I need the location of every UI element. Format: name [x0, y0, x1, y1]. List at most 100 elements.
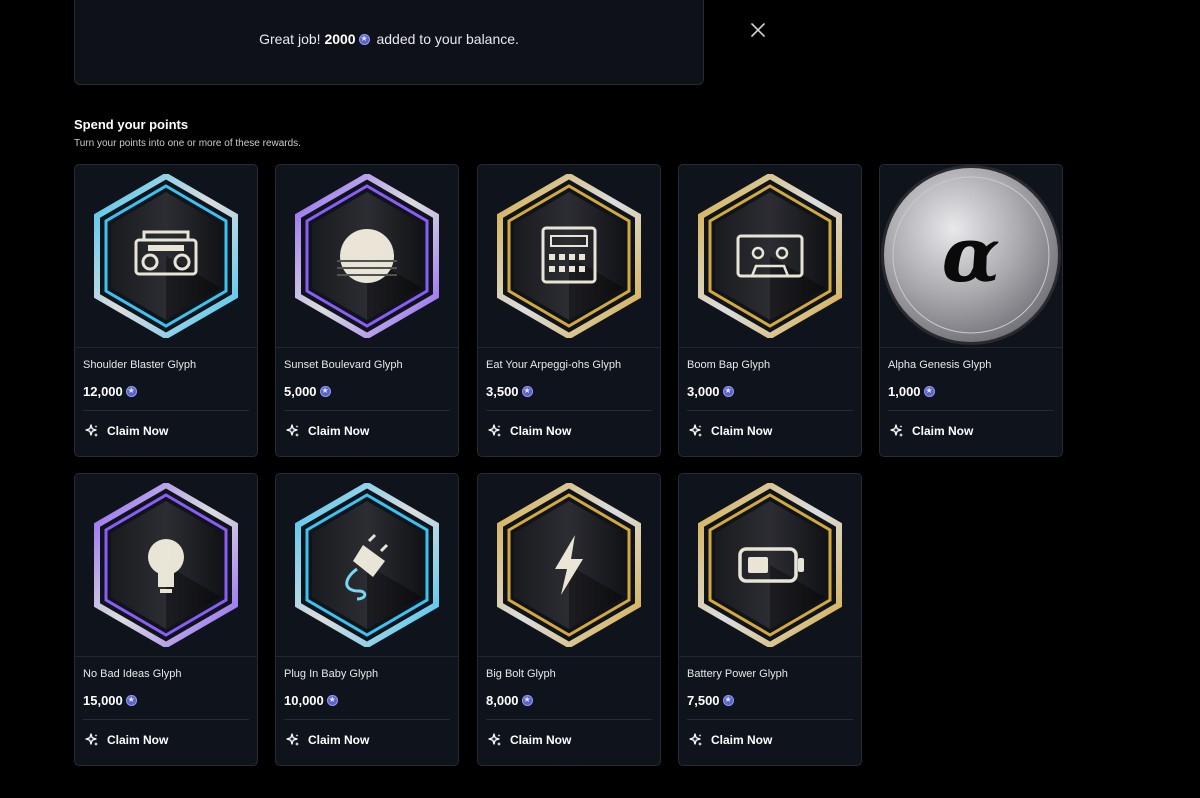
- reward-card[interactable]: No Bad Ideas Glyph 15,000 Claim Now: [74, 473, 258, 766]
- reward-card[interactable]: Big Bolt Glyph 8,000 Claim Now: [477, 473, 661, 766]
- alpha-icon: α: [880, 165, 1062, 347]
- card-divider: [687, 410, 853, 411]
- points-coin-icon: [319, 385, 331, 397]
- claim-now-button[interactable]: Claim Now: [282, 421, 373, 441]
- reward-card[interactable]: Battery Power Glyph 7,500 Claim Now: [678, 473, 862, 766]
- sparkle-icon: [286, 733, 300, 747]
- price-value: 3,500: [486, 384, 519, 399]
- reward-name: Boom Bap Glyph: [687, 359, 771, 371]
- card-divider: [276, 656, 458, 657]
- card-divider: [276, 347, 458, 348]
- card-divider: [284, 719, 450, 720]
- reward-card[interactable]: Plug In Baby Glyph 10,000 Claim Now: [275, 473, 459, 766]
- card-divider: [284, 410, 450, 411]
- reward-card[interactable]: Boom Bap Glyph 3,000 Claim Now: [678, 164, 862, 457]
- reward-card[interactable]: α Alpha Genesis Glyph 1,000 Claim Now: [879, 164, 1063, 457]
- points-coin-icon: [326, 694, 338, 706]
- toast-prefix: Great job!: [259, 31, 321, 47]
- price-value: 15,000: [83, 693, 123, 708]
- card-divider: [486, 719, 652, 720]
- claim-label: Claim Now: [510, 733, 572, 747]
- reward-price: 8,000: [486, 693, 536, 708]
- claim-now-button[interactable]: Claim Now: [282, 730, 373, 750]
- points-coin-icon: [125, 385, 137, 397]
- card-divider: [880, 347, 1062, 348]
- claim-label: Claim Now: [308, 733, 370, 747]
- sunset-icon: [276, 165, 458, 347]
- boombox-icon: [75, 165, 257, 347]
- reward-price: 3,500: [486, 384, 536, 399]
- claim-label: Claim Now: [308, 424, 370, 438]
- price-value: 5,000: [284, 384, 317, 399]
- reward-price: 10,000: [284, 693, 341, 708]
- price-value: 1,000: [888, 384, 921, 399]
- toast-amount: 2000: [324, 31, 356, 47]
- card-divider: [888, 410, 1054, 411]
- sparkle-icon: [488, 733, 502, 747]
- reward-price: 12,000: [83, 384, 140, 399]
- claim-label: Claim Now: [107, 424, 169, 438]
- price-value: 3,000: [687, 384, 720, 399]
- reward-price: 5,000: [284, 384, 334, 399]
- points-coin-icon: [358, 33, 370, 45]
- card-divider: [478, 347, 660, 348]
- claim-now-button[interactable]: Claim Now: [886, 421, 977, 441]
- reward-price: 15,000: [83, 693, 140, 708]
- sparkle-icon: [890, 424, 904, 438]
- sparkle-icon: [689, 733, 703, 747]
- card-divider: [679, 656, 861, 657]
- sparkle-icon: [85, 733, 99, 747]
- sparkle-icon: [286, 424, 300, 438]
- section-subtitle: Turn your points into one or more of the…: [74, 138, 301, 149]
- reward-price: 3,000: [687, 384, 737, 399]
- card-divider: [75, 656, 257, 657]
- drum-machine-icon: [478, 165, 660, 347]
- reward-name: Alpha Genesis Glyph: [888, 359, 992, 371]
- points-coin-icon: [923, 385, 935, 397]
- toast-suffix: added to your balance.: [376, 31, 519, 47]
- claim-now-button[interactable]: Claim Now: [685, 730, 776, 750]
- section-title: Spend your points: [74, 117, 189, 132]
- reward-name: Sunset Boulevard Glyph: [284, 359, 403, 371]
- reward-name: Big Bolt Glyph: [486, 668, 556, 680]
- reward-name: No Bad Ideas Glyph: [83, 668, 182, 680]
- cassette-icon: [679, 165, 861, 347]
- price-value: 12,000: [83, 384, 123, 399]
- price-value: 10,000: [284, 693, 324, 708]
- price-value: 7,500: [687, 693, 720, 708]
- lightning-bolt-icon: [478, 474, 660, 656]
- svg-text:α: α: [942, 210, 1000, 299]
- card-divider: [486, 410, 652, 411]
- points-coin-icon: [125, 694, 137, 706]
- claim-now-button[interactable]: Claim Now: [81, 730, 172, 750]
- claim-label: Claim Now: [711, 733, 773, 747]
- claim-now-button[interactable]: Claim Now: [484, 421, 575, 441]
- claim-now-button[interactable]: Claim Now: [685, 421, 776, 441]
- card-divider: [83, 719, 249, 720]
- reward-name: Plug In Baby Glyph: [284, 668, 379, 680]
- sparkle-icon: [488, 424, 502, 438]
- claim-now-button[interactable]: Claim Now: [81, 421, 172, 441]
- reward-name: Battery Power Glyph: [687, 668, 788, 680]
- claim-label: Claim Now: [912, 424, 974, 438]
- sparkle-icon: [85, 424, 99, 438]
- claim-label: Claim Now: [107, 733, 169, 747]
- card-divider: [687, 719, 853, 720]
- reward-name: Shoulder Blaster Glyph: [83, 359, 197, 371]
- reward-card[interactable]: Shoulder Blaster Glyph 12,000 Claim Now: [74, 164, 258, 457]
- card-divider: [75, 347, 257, 348]
- points-coin-icon: [521, 694, 533, 706]
- reward-name: Eat Your Arpeggi-ohs Glyph: [486, 359, 622, 371]
- sparkle-icon: [689, 424, 703, 438]
- reward-card[interactable]: Sunset Boulevard Glyph 5,000 Claim Now: [275, 164, 459, 457]
- claim-label: Claim Now: [510, 424, 572, 438]
- lightbulb-icon: [75, 474, 257, 656]
- close-icon[interactable]: [749, 21, 767, 39]
- claim-now-button[interactable]: Claim Now: [484, 730, 575, 750]
- reward-price: 1,000: [888, 384, 938, 399]
- reward-card[interactable]: Eat Your Arpeggi-ohs Glyph 3,500 Claim N…: [477, 164, 661, 457]
- battery-icon: [679, 474, 861, 656]
- points-coin-icon: [722, 385, 734, 397]
- success-toast: Great job! 2000 added to your balance.: [74, 0, 765, 85]
- plug-icon: [276, 474, 458, 656]
